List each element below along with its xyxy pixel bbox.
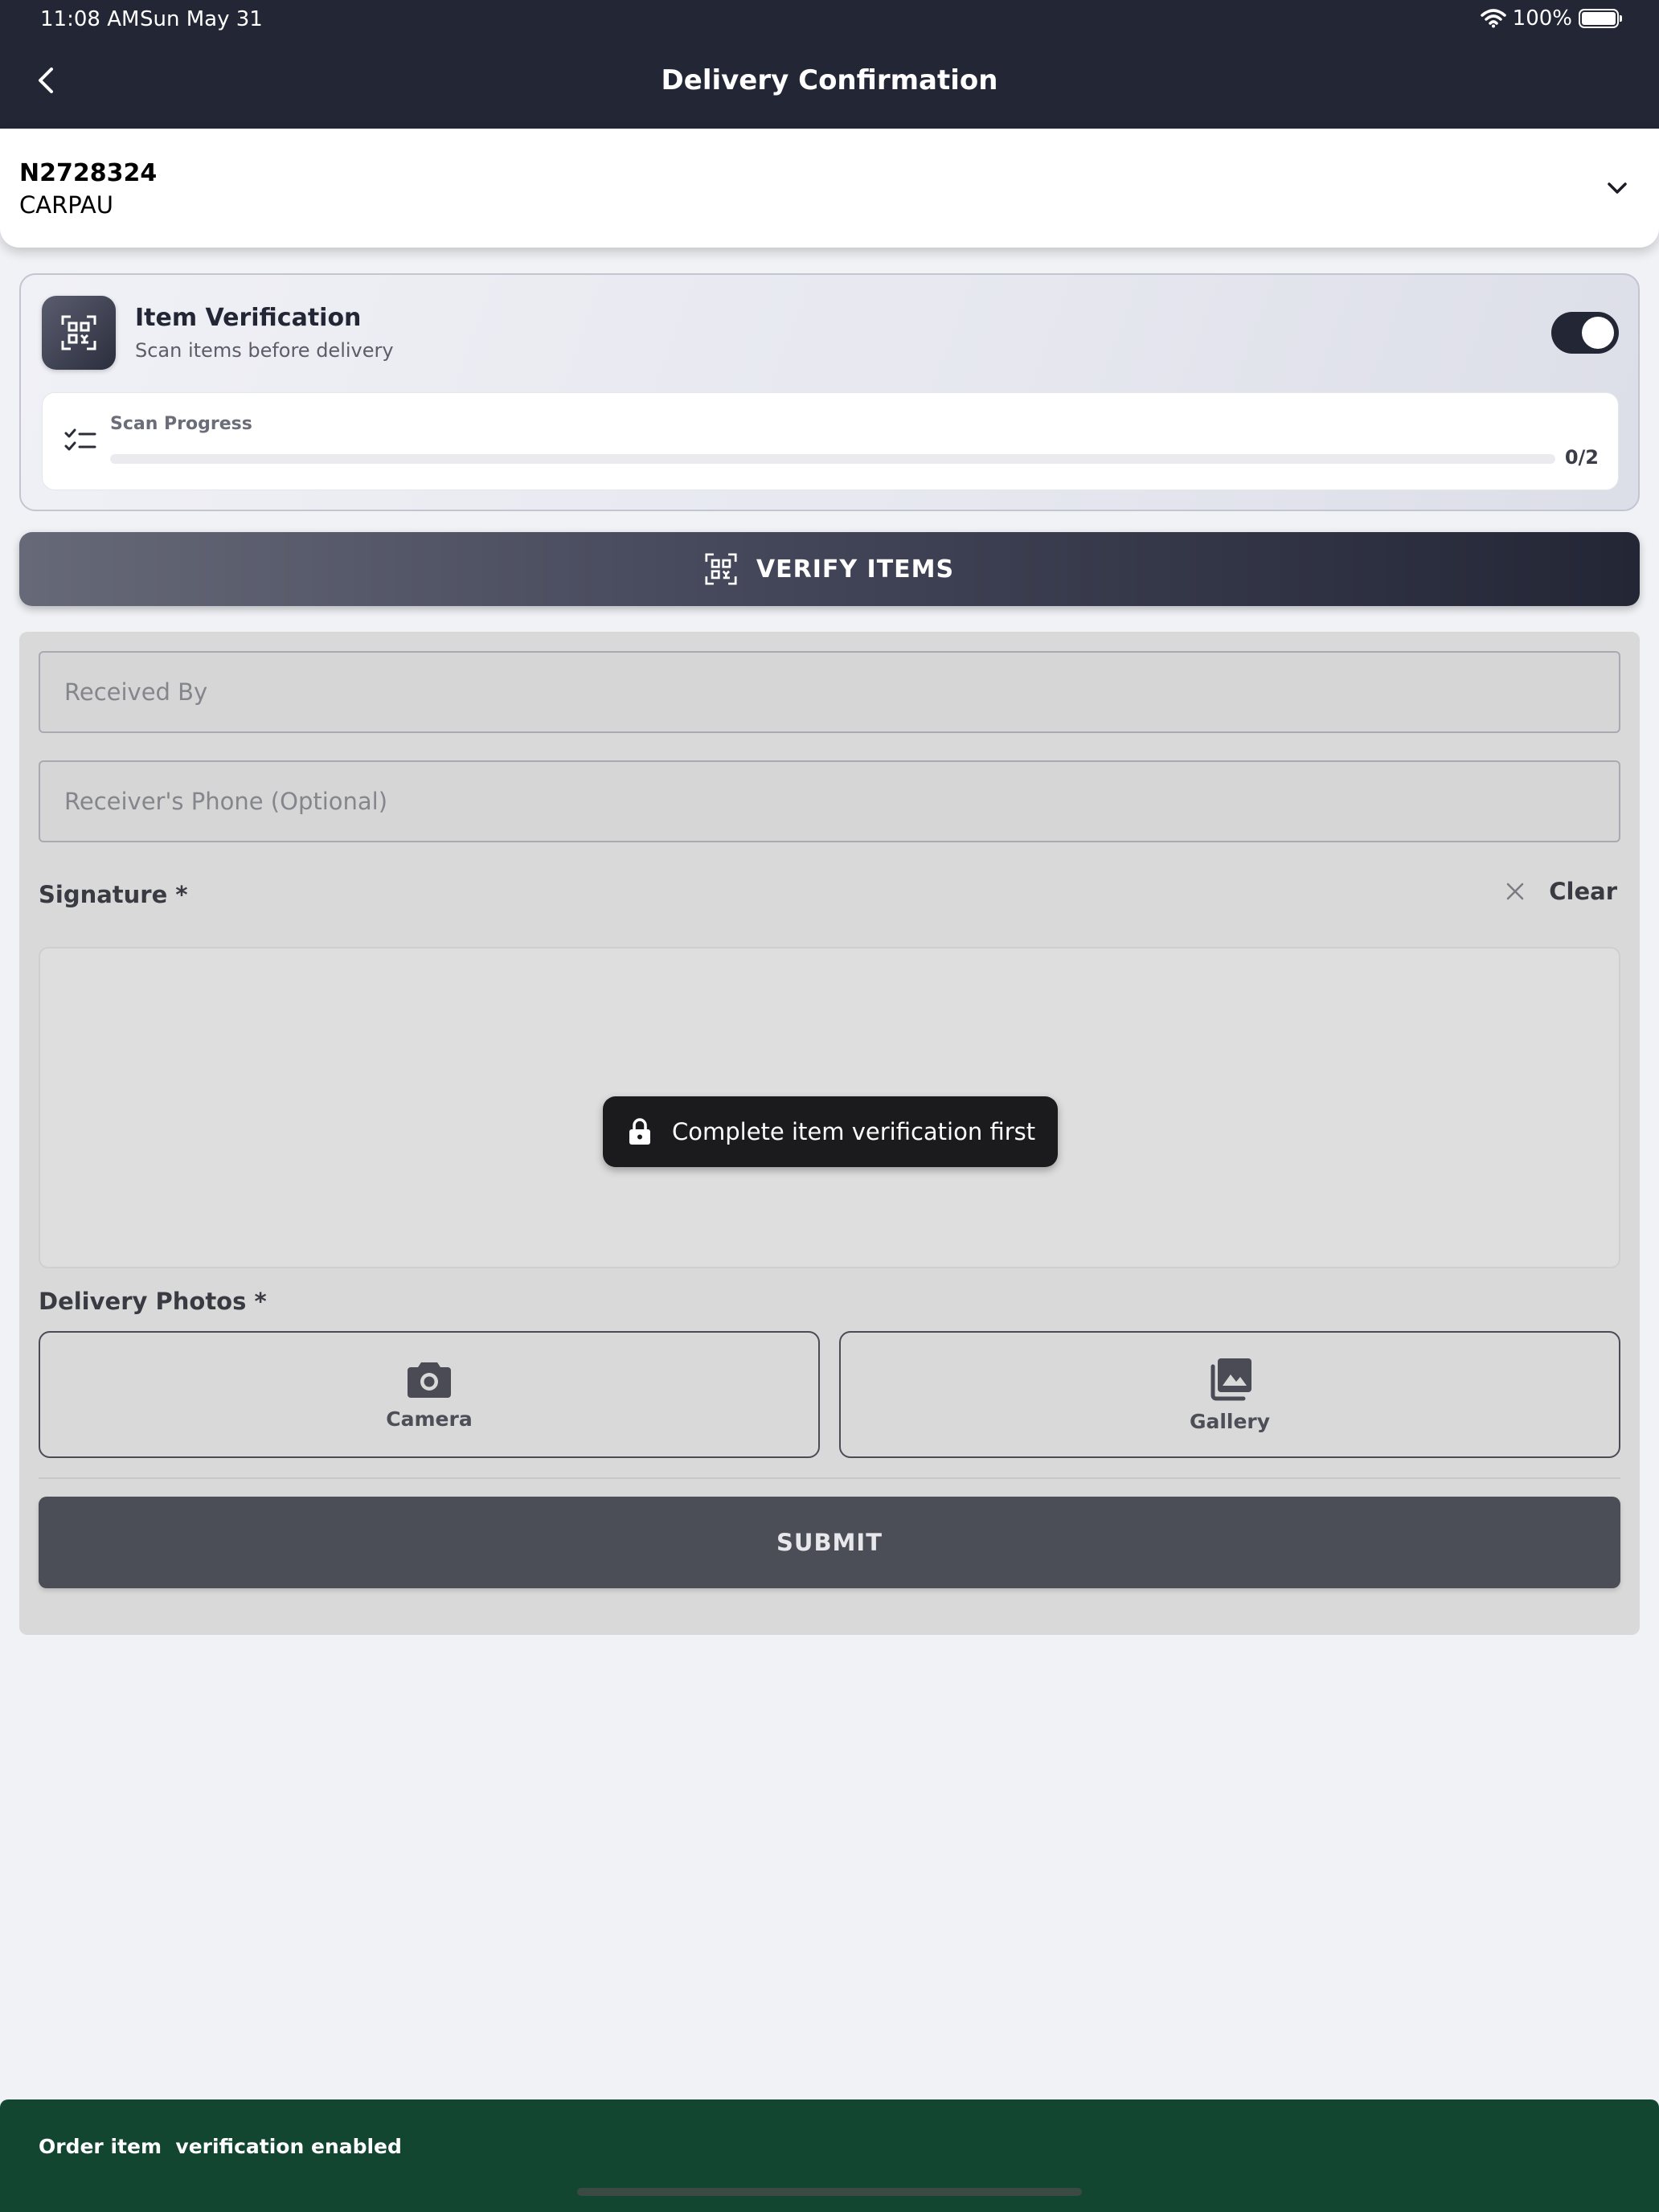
order-id: N2728324 (19, 159, 158, 187)
delivery-form: Received By Receiver's Phone (Optional) … (19, 632, 1640, 1635)
status-date: Sun May 31 (140, 7, 263, 31)
qr-scan-icon (42, 296, 116, 370)
signature-label: Signature * (39, 881, 188, 908)
chevron-down-icon[interactable] (1601, 172, 1633, 204)
clear-signature-button[interactable]: Clear (1505, 878, 1617, 905)
scan-progress-panel: Scan Progress 0/2 (42, 392, 1619, 490)
battery-percentage: 100% (1512, 6, 1572, 31)
snackbar-message: Order item verification enabled (39, 2135, 402, 2158)
lock-icon (629, 1118, 650, 1145)
lock-message-text: Complete item verification first (672, 1118, 1036, 1145)
item-verification-card: Item Verification Scan items before deli… (19, 273, 1640, 511)
page-title: Delivery Confirmation (661, 64, 998, 96)
status-bar: 11:08 AM Sun May 31 100% (0, 0, 1659, 39)
verification-title: Item Verification (135, 304, 362, 332)
signature-pad[interactable]: Complete item verification first (39, 947, 1620, 1268)
camera-button[interactable]: Camera (39, 1331, 820, 1458)
gallery-button[interactable]: Gallery (839, 1331, 1620, 1458)
receiver-phone-input[interactable]: Receiver's Phone (Optional) (39, 760, 1620, 842)
order-selector[interactable]: N2728324 CARPAU (0, 129, 1659, 248)
qr-scan-icon (705, 553, 737, 585)
clear-label: Clear (1549, 878, 1617, 905)
app-header: 11:08 AM Sun May 31 100% Delivery Confir… (0, 0, 1659, 129)
submit-label: SUBMIT (776, 1529, 883, 1556)
scan-progress-count: 0/2 (1564, 446, 1599, 469)
camera-label: Camera (386, 1407, 473, 1431)
verification-subtitle: Scan items before delivery (135, 339, 394, 362)
close-icon (1506, 883, 1524, 900)
gallery-label: Gallery (1189, 1409, 1271, 1433)
submit-button[interactable]: SUBMIT (39, 1497, 1620, 1588)
order-name: CARPAU (19, 191, 113, 219)
gallery-icon (1210, 1358, 1251, 1400)
verify-items-button[interactable]: VERIFY ITEMS (19, 532, 1640, 606)
divider (39, 1477, 1620, 1479)
home-indicator (577, 2188, 1082, 2196)
verify-items-label: VERIFY ITEMS (756, 555, 955, 584)
lock-message: Complete item verification first (603, 1096, 1058, 1167)
delivery-photos-label: Delivery Photos * (39, 1288, 267, 1315)
checklist-icon (64, 428, 96, 451)
battery-icon (1579, 9, 1622, 28)
camera-icon (408, 1362, 451, 1398)
received-by-input[interactable]: Received By (39, 651, 1620, 733)
scan-progress-label: Scan Progress (110, 414, 252, 434)
scan-progress-bar (110, 454, 1555, 464)
status-time: 11:08 AM (40, 7, 140, 31)
status-indicators: 100% (1480, 6, 1622, 31)
wifi-icon (1480, 9, 1506, 28)
verification-toggle[interactable] (1551, 312, 1619, 354)
